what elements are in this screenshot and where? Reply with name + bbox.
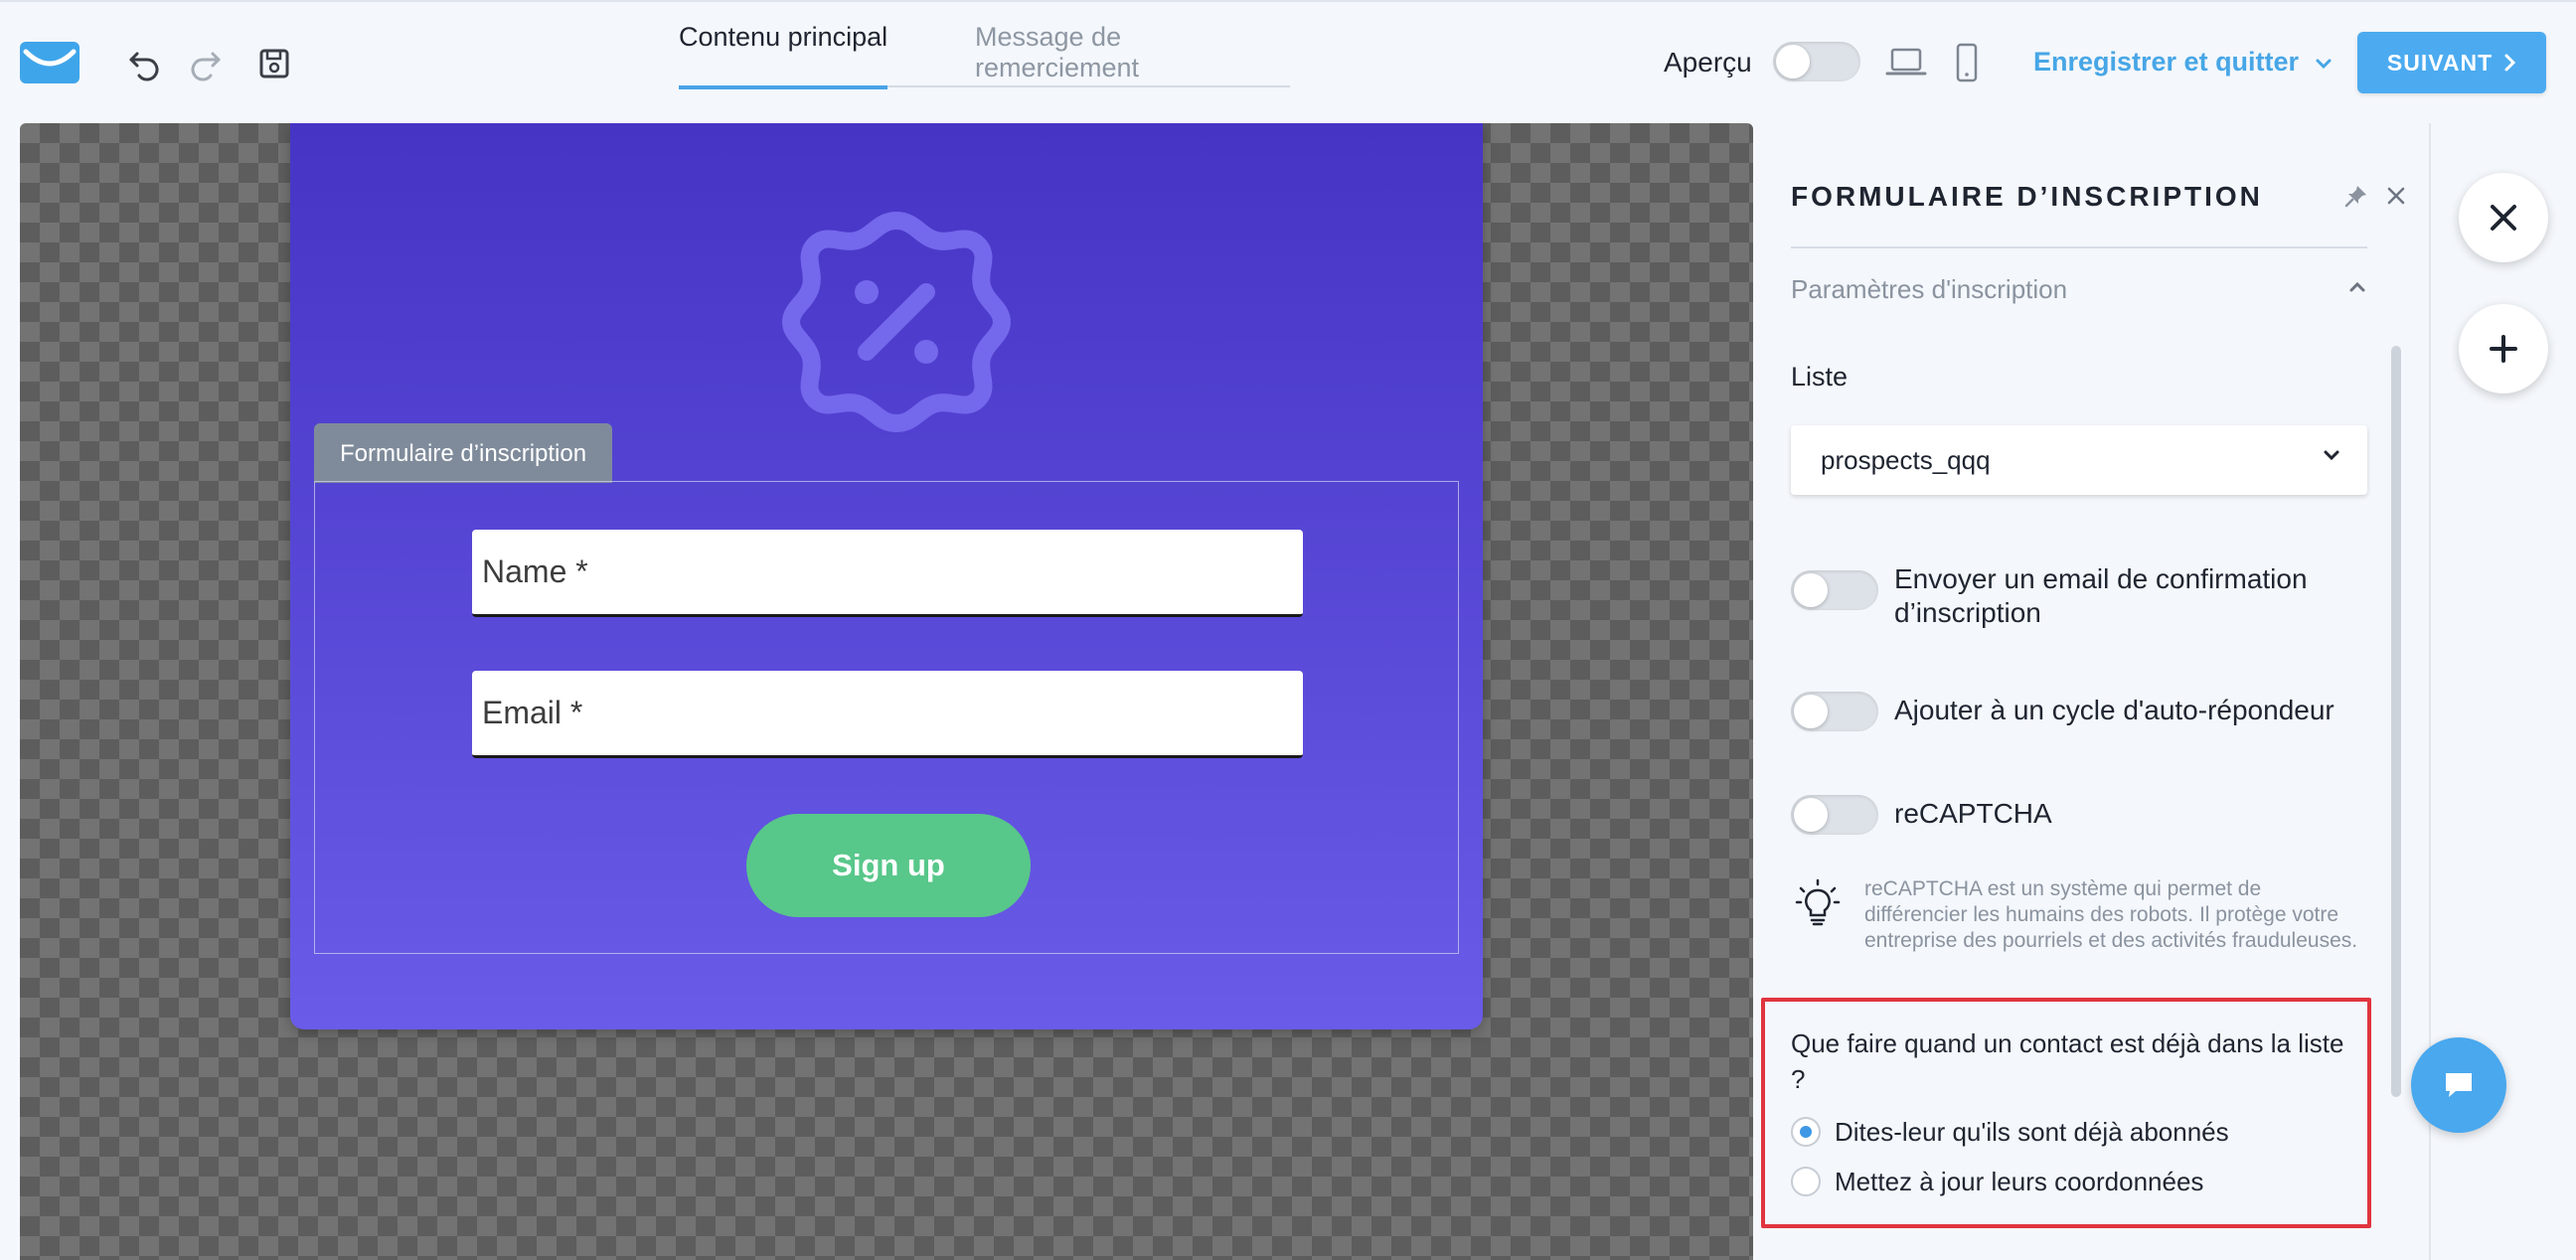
laptop-icon[interactable] (1884, 42, 1928, 81)
toggle-knob (1794, 573, 1828, 607)
signup-settings-section-header[interactable]: Paramètres d'inscription (1791, 274, 2367, 305)
close-icon (2491, 205, 2516, 231)
autoresponder-toggle[interactable] (1791, 692, 1878, 731)
discount-badge-icon[interactable] (767, 193, 1026, 451)
plus-icon (2490, 335, 2517, 363)
section-title: Paramètres d'inscription (1791, 274, 2068, 304)
radio-label: Dites-leur qu'ils sont déjà abonnés (1835, 1117, 2229, 1147)
existing-contact-question: Que faire quand un contact est déjà dans… (1791, 1028, 2344, 1094)
tab-thank-you-message[interactable]: Message de remerciement (975, 22, 1290, 87)
tab-main-content[interactable]: Contenu principal (679, 22, 888, 89)
radio-tell-already-subscribed[interactable]: Dites-leur qu'ils sont déjà abonnés (1791, 1117, 2347, 1149)
redo-icon[interactable] (185, 44, 225, 83)
email-field[interactable]: Email * (472, 671, 1303, 758)
option-autoresponder: Ajouter à un cycle d'auto-répondeur (1791, 692, 2377, 735)
top-bar: Contenu principal Message de remerciemen… (0, 0, 2576, 121)
lightbulb-icon (1795, 878, 1841, 926)
editor-canvas[interactable]: Formulaire d’inscription Name * Email * … (20, 123, 1753, 1260)
radio-button-checked[interactable] (1791, 1117, 1821, 1147)
logo-icon[interactable] (20, 42, 80, 83)
chat-icon (2446, 1073, 2472, 1097)
preview-toggle[interactable] (1773, 42, 1860, 81)
settings-panel: FORMULAIRE D’INSCRIPTION Paramètres d'in… (1755, 123, 2431, 1260)
toggle-knob (1794, 798, 1828, 832)
chevron-up-icon (2349, 281, 2365, 292)
recaptcha-tip-text: reCAPTCHA est un système qui permet de d… (1864, 877, 2358, 952)
option-label: Envoyer un email de confirmation d’inscr… (1894, 563, 2308, 628)
chevron-right-icon (2504, 54, 2516, 72)
divider (1791, 246, 2367, 248)
radio-button[interactable] (1791, 1167, 1821, 1196)
save-and-quit-dropdown[interactable]: Enregistrer et quitter (2033, 47, 2333, 78)
confirmation-email-toggle[interactable] (1791, 570, 1878, 610)
form-section-tag[interactable]: Formulaire d’inscription (314, 423, 613, 483)
option-label: reCAPTCHA (1894, 798, 2052, 829)
chevron-down-icon (2324, 450, 2339, 461)
mobile-icon[interactable] (1952, 42, 1982, 83)
option-recaptcha: reCAPTCHA (1791, 795, 2377, 839)
toggle-knob (1776, 45, 1810, 79)
signup-button[interactable]: Sign up (746, 814, 1031, 917)
close-editor-button[interactable] (2459, 173, 2548, 262)
recaptcha-toggle[interactable] (1791, 795, 1878, 835)
next-button-label: SUIVANT (2386, 49, 2494, 76)
close-panel-icon[interactable] (2383, 183, 2409, 209)
radio-label: Mettez à jour leurs coordonnées (1835, 1167, 2204, 1196)
editor-tabs: Contenu principal Message de remerciemen… (679, 2, 1290, 89)
signup-form-block[interactable]: Name * Email * Sign up (314, 481, 1459, 954)
save-and-quit-label: Enregistrer et quitter (2033, 47, 2300, 77)
toggle-knob (1794, 695, 1828, 728)
next-button[interactable]: SUIVANT (2357, 32, 2546, 93)
option-label: Ajouter à un cycle d'auto-répondeur (1894, 695, 2334, 725)
panel-scrollbar[interactable] (2391, 346, 2401, 1097)
chat-button[interactable] (2411, 1037, 2506, 1133)
email-placeholder: Email * (482, 695, 583, 730)
option-confirmation-email: Envoyer un email de confirmation d’inscr… (1791, 563, 2377, 640)
undo-icon[interactable] (125, 44, 165, 83)
preview-label: Aperçu (1664, 47, 1752, 78)
name-placeholder: Name * (482, 553, 588, 589)
form-card[interactable]: Formulaire d’inscription Name * Email * … (290, 123, 1483, 1029)
list-select-value: prospects_qqq (1821, 444, 1991, 475)
add-element-button[interactable] (2459, 304, 2548, 394)
chevron-down-icon (2316, 59, 2332, 69)
save-icon[interactable] (254, 44, 294, 83)
list-label: Liste (1791, 362, 1849, 392)
pin-icon[interactable] (2343, 183, 2369, 209)
panel-title: FORMULAIRE D’INSCRIPTION (1791, 181, 2263, 212)
list-select[interactable]: prospects_qqq (1791, 425, 2367, 495)
name-field[interactable]: Name * (472, 530, 1303, 617)
radio-update-details[interactable]: Mettez à jour leurs coordonnées (1791, 1167, 2347, 1198)
